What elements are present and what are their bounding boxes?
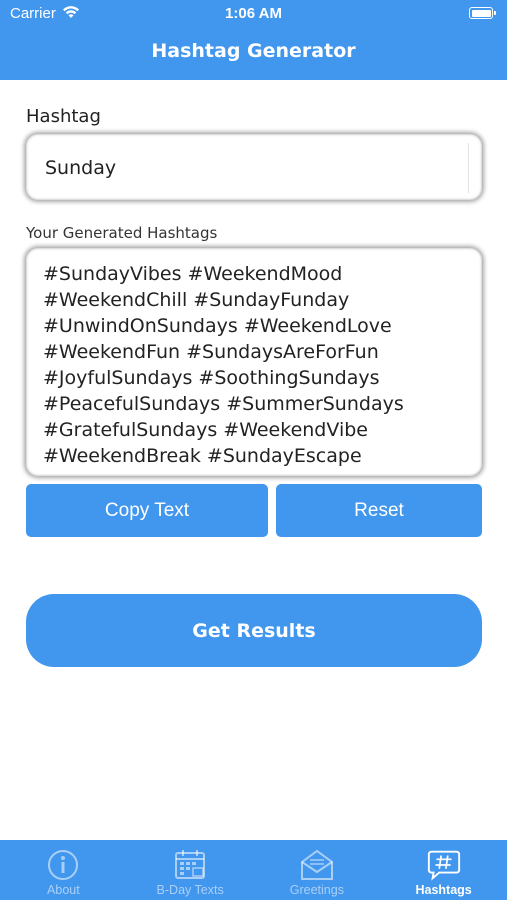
hashtag-label: Hashtag (26, 106, 101, 127)
hashtag-bubble-icon (426, 848, 462, 882)
generated-hashtags-label: Your Generated Hashtags (26, 224, 218, 242)
tab-about-label: About (47, 883, 80, 897)
envelope-icon (299, 848, 335, 882)
tab-bar: About B-Day Texts Greetings Hashtags (0, 840, 507, 900)
tab-bday-texts[interactable]: B-Day Texts (127, 840, 254, 900)
page-title: Hashtag Generator (151, 40, 356, 62)
status-time: 1:06 AM (225, 5, 282, 22)
battery-icon (469, 7, 496, 19)
copy-text-button[interactable]: Copy Text (26, 484, 268, 537)
tab-hashtags[interactable]: Hashtags (380, 840, 507, 900)
top-bar: Carrier 1:06 AM Hashtag Generator (0, 0, 507, 80)
calendar-icon (172, 848, 208, 882)
info-icon (45, 848, 81, 882)
status-bar: Carrier 1:06 AM (0, 0, 507, 28)
tab-greetings[interactable]: Greetings (254, 840, 381, 900)
tab-greetings-label: Greetings (289, 883, 344, 897)
tab-about[interactable]: About (0, 840, 127, 900)
reset-button[interactable]: Reset (276, 484, 482, 537)
get-results-button[interactable]: Get Results (26, 594, 482, 667)
field-divider (468, 143, 469, 193)
tab-bday-texts-label: B-Day Texts (156, 883, 224, 897)
tab-hashtags-label: Hashtags (415, 883, 472, 897)
hashtag-field-container (26, 134, 482, 200)
hashtag-input[interactable] (45, 153, 465, 183)
generated-hashtags-text[interactable]: #SundayVibes #WeekendMood #WeekendChill … (26, 248, 482, 476)
